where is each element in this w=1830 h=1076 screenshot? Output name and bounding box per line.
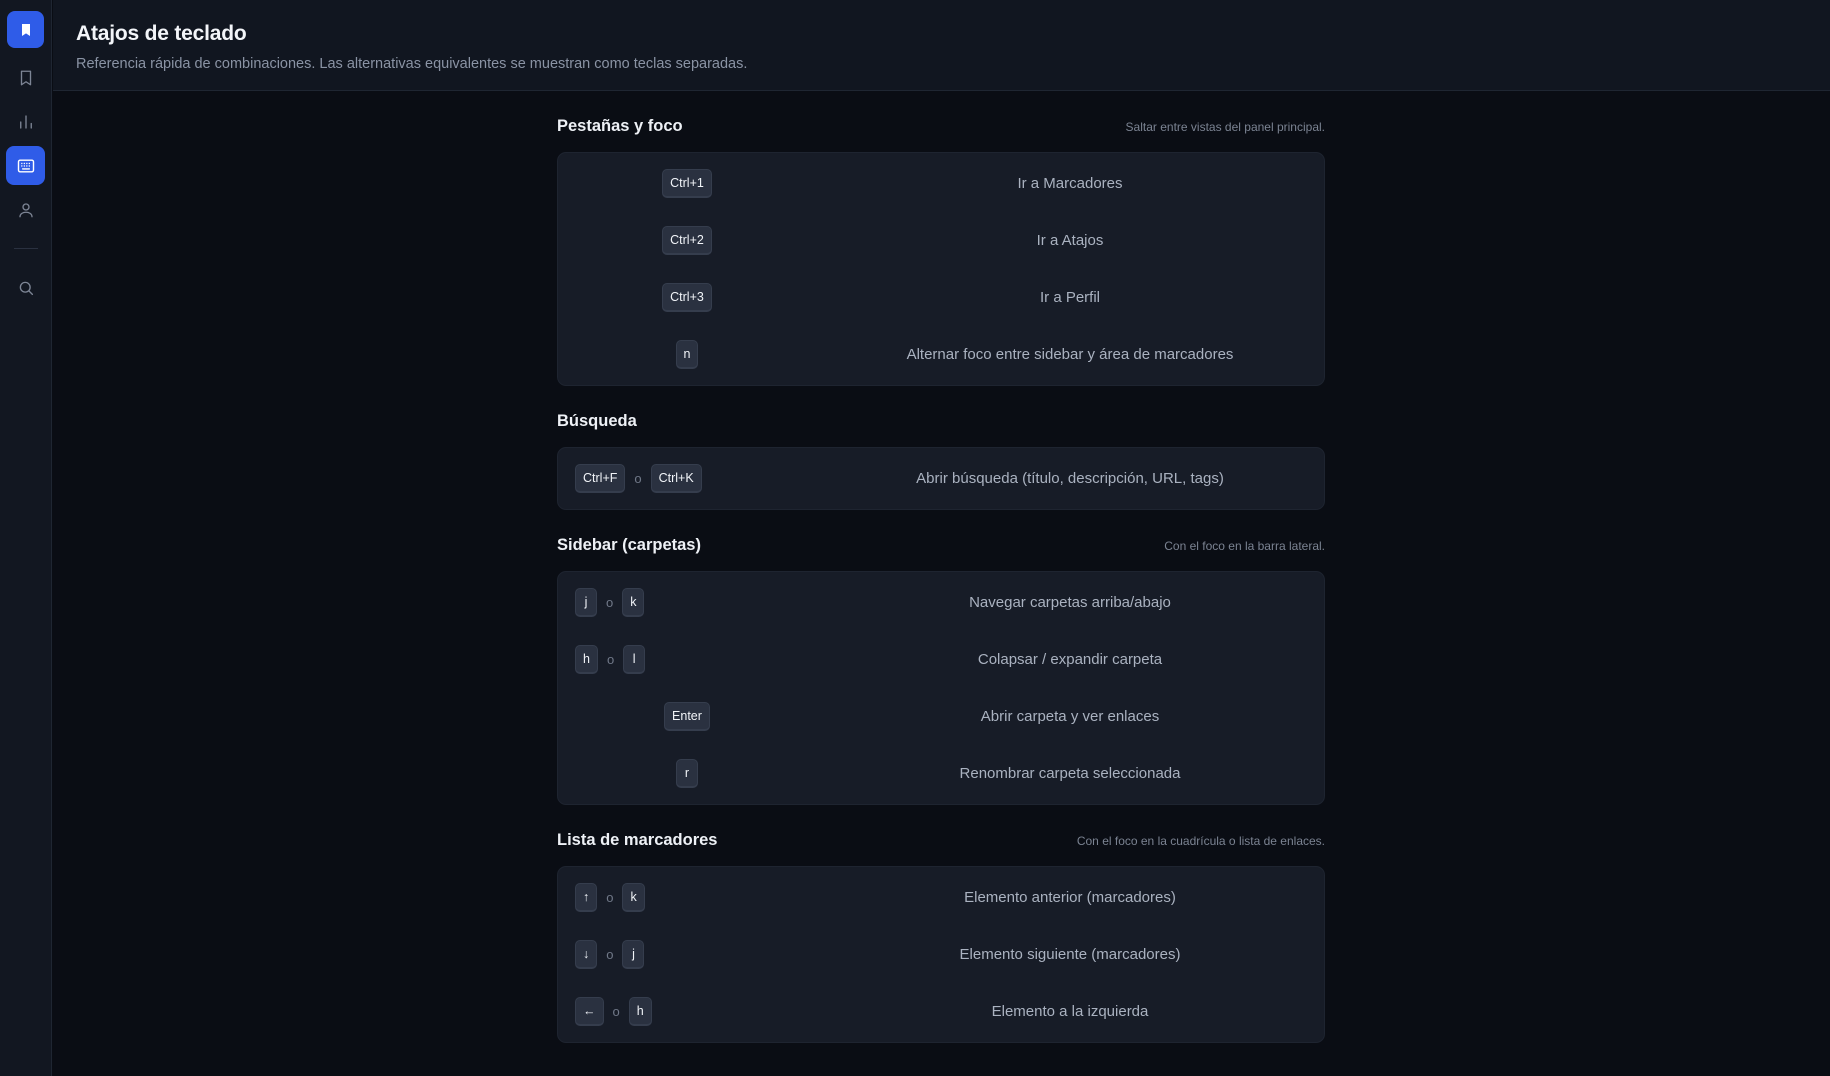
key-cap: h	[575, 644, 598, 675]
shortcut-row: r Renombrar carpeta seleccionada	[558, 745, 1324, 802]
key-cap: j	[575, 587, 597, 618]
shortcut-keys: hol	[558, 644, 816, 675]
shortcut-description: Colapsar / expandir carpeta	[977, 651, 1163, 668]
app-logo[interactable]	[7, 11, 44, 48]
shortcut-row: ↓ o j Elemento siguiente (marcadores)	[558, 926, 1324, 983]
shortcut-section: Sidebar (carpetas) Con el foco en la barr…	[557, 536, 1325, 805]
nav-stats[interactable]	[6, 102, 45, 141]
shortcut-row: Ctrl+F o Ctrl+K Abrir búsqueda (título, des…	[558, 450, 1324, 507]
key-alternative-separator: o	[612, 1004, 620, 1019]
key-cap: k	[622, 882, 645, 913]
section-hint: Con el foco en la barra lateral.	[1164, 539, 1325, 553]
section-hint: Saltar entre vistas del panel principal.	[1125, 120, 1325, 134]
shortcut-card: j o k Navegar carpetas arriba/abajo h o l Colap…	[557, 571, 1325, 805]
shortcut-row: n Alternar foco entre sidebar y área de m…	[558, 326, 1324, 383]
section-title: Pestañas y foco	[557, 117, 683, 135]
shortcut-row: ↑ o k Elemento anterior (marcadores)	[558, 869, 1324, 926]
nav-bookmarks[interactable]	[6, 58, 45, 97]
section-hint: Con el foco en la cuadrícula o lista de …	[1076, 834, 1325, 848]
section-title: Sidebar (carpetas)	[557, 536, 701, 554]
shortcut-keys: Enter	[558, 701, 816, 732]
shortcut-description: Navegar carpetas arriba/abajo	[969, 594, 1171, 611]
key-cap: Ctrl+3	[662, 282, 712, 313]
key-cap: k	[622, 587, 645, 618]
shortcut-keys: Ctrl+1	[558, 168, 816, 199]
key-alternative-separator: o	[606, 890, 614, 905]
bookmark-logo-icon	[21, 23, 30, 36]
key-alternative-separator: o	[634, 471, 642, 486]
shortcut-description: Elemento a la izquierda	[991, 1003, 1149, 1020]
shortcut-card: ↑ o k Elemento anterior (marcadores) ↓ o j Elem…	[557, 866, 1325, 1043]
shortcuts-content: Pestañas y foco Saltar entre vistas del p…	[557, 91, 1325, 1043]
shortcut-row: Ctrl+2 Ir a Atajos	[558, 212, 1324, 269]
key-cap: Ctrl+2	[662, 225, 712, 256]
shortcut-description: Elemento anterior (marcadores)	[964, 889, 1176, 906]
shortcut-keys: n	[558, 339, 816, 370]
key-cap: n	[675, 339, 699, 370]
search-icon	[19, 281, 33, 295]
key-alternative-separator: o	[606, 947, 614, 962]
shortcut-keys: ← o h	[558, 996, 816, 1027]
key-alternative-separator: o	[606, 652, 615, 667]
nav-shortcuts[interactable]	[6, 146, 45, 185]
section-header: Sidebar (carpetas) Con el foco en la barr…	[557, 536, 1325, 561]
shortcut-description: Abrir carpeta y ver enlaces	[980, 708, 1160, 725]
key-cap: Enter	[664, 701, 710, 732]
page-subtitle: Referencia rápida de combinaciones. Las …	[76, 56, 748, 72]
shortcut-keys: ↑ o k	[558, 882, 816, 913]
shortcut-description: Elemento siguiente (marcadores)	[959, 946, 1181, 963]
nav-profile[interactable]	[6, 190, 45, 229]
section-title: Búsqueda	[557, 412, 637, 430]
shortcut-card: Ctrl+1 Ir a Marcadores Ctrl+2 Ir a Atajos Ct…	[557, 152, 1325, 386]
shortcut-row: Ctrl+1 Ir a Marcadores	[558, 155, 1324, 212]
section-header: Lista de marcadores Con el foco en la cua…	[557, 831, 1325, 856]
keyboard-icon	[17, 158, 34, 173]
key-cap: j	[622, 939, 645, 970]
section-header: Búsqueda	[557, 412, 1325, 437]
shortcut-row: j o k Navegar carpetas arriba/abajo	[558, 574, 1324, 631]
key-cap: ↓	[575, 939, 598, 970]
nav-rail	[0, 0, 52, 1076]
shortcut-description: Alternar foco entre sidebar y área de ma…	[906, 346, 1234, 363]
key-cap: ←	[575, 996, 604, 1027]
bookmark-icon	[20, 70, 31, 85]
shortcut-row: h o l Colapsar / expandir carpeta	[558, 631, 1324, 688]
key-cap: Ctrl+F	[575, 463, 626, 494]
shortcut-row: Enter Abrir carpeta y ver enlaces	[558, 688, 1324, 745]
nav-search[interactable]	[6, 268, 45, 307]
shortcut-keys: Ctrl+2	[558, 225, 816, 256]
shortcut-section: Pestañas y foco Saltar entre vistas del p…	[557, 117, 1325, 386]
section-header: Pestañas y foco Saltar entre vistas del p…	[557, 117, 1325, 142]
shortcut-keys: ↓ o j	[558, 939, 816, 970]
key-cap: r	[676, 758, 698, 789]
rail-divider	[13, 248, 38, 249]
shortcut-description: Ir a Perfil	[1039, 289, 1100, 306]
shortcut-row: ← o h Elemento a la izquierda	[558, 983, 1324, 1040]
key-cap: ↑	[575, 882, 598, 913]
key-cap: h	[628, 996, 652, 1027]
shortcut-section: Búsqueda Ctrl+F o Ctrl+K Abrir búsqueda (tít…	[557, 412, 1325, 510]
key-cap: Ctrl+K	[650, 463, 702, 494]
shortcut-description: Renombrar carpeta seleccionada	[959, 765, 1181, 782]
shortcut-keys: jok	[558, 587, 816, 618]
key-cap: Ctrl+1	[662, 168, 712, 199]
shortcut-keys: r	[558, 758, 816, 789]
shortcut-keys: Ctrl+3	[558, 282, 816, 313]
shortcut-card: Ctrl+F o Ctrl+K Abrir búsqueda (título, des…	[557, 447, 1325, 510]
shortcut-description: Abrir búsqueda (título, descripción, URL…	[916, 470, 1224, 487]
user-icon	[18, 202, 33, 217]
shortcut-description: Ir a Marcadores	[1017, 175, 1123, 192]
section-title: Lista de marcadores	[557, 831, 718, 849]
shortcut-description: Ir a Atajos	[1036, 232, 1104, 249]
shortcut-row: Ctrl+3 Ir a Perfil	[558, 269, 1324, 326]
page-title: Atajos de teclado	[76, 22, 247, 45]
shortcut-section: Lista de marcadores Con el foco en la cua…	[557, 831, 1325, 1043]
page-header: Atajos de teclado Referencia rápida de c…	[53, 0, 1830, 91]
shortcut-keys: Ctrl+F o Ctrl+K	[558, 463, 816, 494]
key-cap: l	[623, 644, 646, 675]
key-alternative-separator: o	[606, 595, 614, 610]
bar-chart-icon	[19, 114, 32, 129]
